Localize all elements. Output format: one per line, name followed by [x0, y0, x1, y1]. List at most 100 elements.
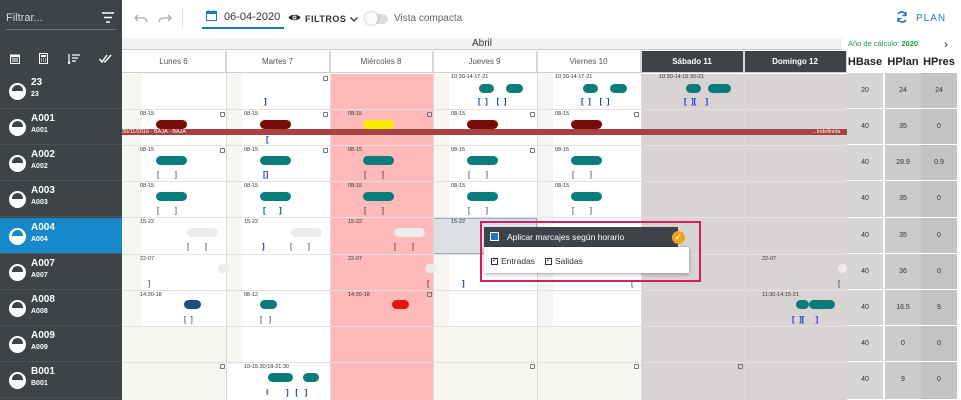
shift-pill[interactable] — [156, 156, 187, 165]
compact-view-toggle[interactable]: Vista compacta — [365, 0, 463, 37]
avatar-icon — [9, 83, 26, 100]
shift-pill[interactable] — [363, 120, 394, 129]
lock-icon — [220, 112, 225, 117]
compact-view-label: Vista compacta — [394, 13, 463, 24]
shift-pill[interactable] — [467, 120, 498, 129]
shift-pill[interactable] — [394, 228, 425, 237]
calendar-view-icon[interactable] — [9, 54, 20, 67]
hbase-cell: 40 — [847, 254, 883, 289]
employee-row-0[interactable]: 23 23 — [0, 73, 122, 109]
shift-pill[interactable] — [268, 373, 293, 382]
shift-pill[interactable] — [479, 84, 494, 93]
shift-pill[interactable] — [260, 192, 291, 201]
clock-mark: [ ] — [364, 206, 385, 215]
checked-box-icon[interactable] — [490, 232, 499, 241]
schedule-label: 08-15 — [140, 183, 155, 189]
entradas-checkbox[interactable] — [491, 256, 498, 266]
shift-pill[interactable] — [156, 192, 187, 201]
shift-pill[interactable] — [184, 300, 201, 309]
employee-row-6[interactable]: A008 A008 — [0, 290, 122, 326]
shift-pill[interactable] — [838, 264, 847, 273]
confirm-check-icon[interactable]: ✓ — [672, 231, 685, 244]
shift-pill[interactable] — [467, 192, 498, 201]
shift-pill[interactable] — [686, 84, 701, 93]
lock-icon — [427, 292, 432, 297]
baja-end-label: ...Indefinida — [812, 129, 841, 135]
shift-pill[interactable] — [708, 84, 731, 93]
month-label: Abril — [471, 38, 492, 49]
sort-icon[interactable] — [67, 53, 80, 67]
plan-button[interactable]: PLAN — [896, 0, 946, 37]
day-header-mie: Miércoles 8 — [330, 51, 433, 73]
hpres-cell: 0.9 — [921, 145, 957, 180]
shift-pill[interactable] — [571, 192, 602, 201]
shift-pill[interactable] — [467, 156, 498, 165]
entradas-option[interactable]: Entradas — [491, 256, 535, 266]
avatar-icon — [9, 155, 26, 172]
shift-pill[interactable] — [303, 373, 319, 382]
shift-pill[interactable] — [260, 120, 291, 129]
double-check-icon[interactable] — [99, 54, 112, 66]
filter-input[interactable] — [6, 8, 96, 28]
shift-pill[interactable] — [571, 156, 602, 165]
clock-mark: [ — [266, 135, 269, 144]
employee-name: A009 — [31, 330, 55, 341]
grid-hline — [122, 181, 847, 182]
shift-pill[interactable] — [218, 264, 230, 273]
shift-pill[interactable] — [796, 300, 809, 309]
employee-row-4-selected[interactable]: A004 A004 — [0, 218, 122, 254]
shift-pill[interactable] — [187, 228, 218, 237]
col-dom — [744, 74, 847, 400]
shift-pill[interactable] — [260, 156, 291, 165]
shift-pill[interactable] — [260, 300, 277, 309]
clock-mark: ] — [264, 97, 267, 106]
day-label: Jueves 9 — [468, 57, 501, 66]
shift-pill[interactable] — [425, 264, 437, 273]
top-toolbar: 06-04-2020 FILTROS Vista compacta PLAN — [122, 0, 961, 37]
shift-pill[interactable] — [291, 228, 322, 237]
hbase-cell: 40 — [847, 181, 883, 217]
shift-pill[interactable] — [156, 120, 187, 129]
salidas-checkbox[interactable] — [545, 256, 552, 266]
salidas-option[interactable]: Salidas — [545, 256, 583, 266]
employee-row-7[interactable]: A009 A009 — [0, 326, 122, 362]
employee-code: A003 — [31, 199, 48, 206]
hours-row: 20 24 24 — [847, 73, 961, 109]
shift-pill[interactable] — [571, 120, 602, 129]
shift-pill[interactable] — [363, 192, 394, 201]
employee-name: A002 — [31, 149, 55, 160]
clock-mark: [ — [427, 279, 430, 288]
calculator-icon[interactable] — [39, 53, 49, 67]
shift-pill[interactable] — [610, 84, 627, 93]
employee-row-5[interactable]: A007 A007 — [0, 254, 122, 290]
avatar-icon — [9, 119, 26, 136]
shift-pill[interactable] — [363, 156, 394, 165]
filters-button[interactable]: FILTROS — [288, 0, 359, 37]
baja-bar[interactable] — [122, 129, 847, 135]
redo-icon[interactable] — [158, 0, 172, 37]
shift-pill[interactable] — [392, 300, 409, 309]
hours-row: 40 0 0 — [847, 326, 961, 362]
next-month-icon[interactable]: › — [944, 37, 948, 51]
employee-row-3[interactable]: A003 A003 — [0, 181, 122, 217]
popup-title: Aplicar marcajes según horario — [507, 232, 625, 242]
employee-sidebar: 2323 A001A001 A002A002 A003A003 A004A004… — [0, 0, 122, 400]
employee-code: A007 — [31, 272, 48, 279]
filter-icon[interactable] — [102, 12, 114, 26]
day-header-dom: Domingo 12 — [744, 51, 847, 73]
offhour-strip — [122, 74, 142, 364]
hpres-cell: 0 — [921, 326, 957, 361]
apply-clocking-menu-item[interactable]: Aplicar marcajes según horario ✓ — [484, 227, 685, 247]
employee-row-8[interactable]: B001 B001 — [0, 362, 122, 398]
eye-icon — [288, 13, 301, 25]
shift-pill[interactable] — [583, 84, 598, 93]
shift-pill[interactable] — [809, 300, 835, 309]
employee-row-2[interactable]: A002 A002 — [0, 145, 122, 181]
shift-pill[interactable] — [506, 84, 523, 93]
undo-icon[interactable] — [134, 0, 148, 37]
day-label: Viernes 10 — [569, 57, 608, 66]
grid-vline — [330, 51, 331, 400]
employee-row-1[interactable]: A001 A001 — [0, 109, 122, 145]
schedule-label: 08-15 — [451, 183, 466, 189]
date-picker[interactable]: 06-04-2020 — [202, 7, 285, 29]
